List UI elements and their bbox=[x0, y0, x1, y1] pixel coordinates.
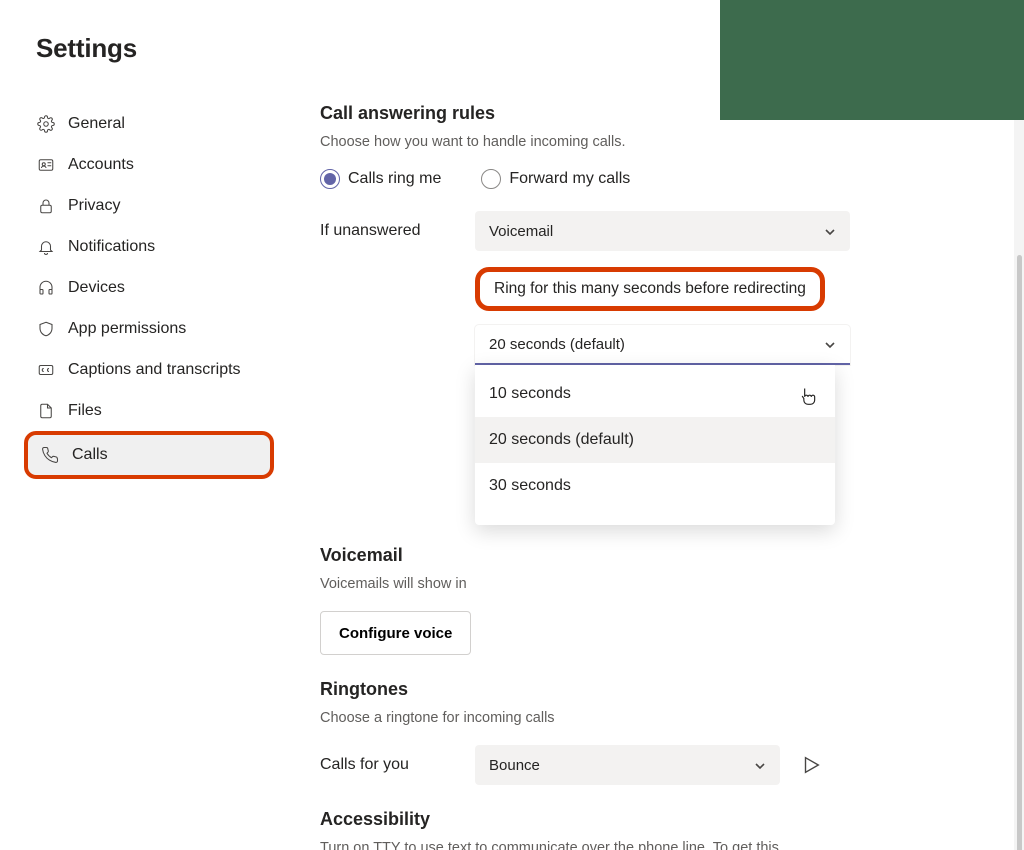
section-description: Choose how you want to handle incoming c… bbox=[320, 132, 850, 153]
sidebar-item-calls[interactable]: Calls bbox=[24, 431, 274, 479]
radio-calls-ring-me[interactable]: Calls ring me bbox=[320, 169, 441, 189]
chevron-down-icon bbox=[824, 338, 836, 350]
sidebar-item-captions[interactable]: Captions and transcripts bbox=[24, 349, 274, 390]
radio-forward-my-calls[interactable]: Forward my calls bbox=[481, 169, 630, 189]
file-icon bbox=[36, 401, 56, 421]
overlay-block bbox=[720, 0, 1024, 120]
if-unanswered-row: If unanswered Voicemail bbox=[320, 211, 850, 251]
sidebar-item-label: General bbox=[68, 115, 125, 133]
ring-duration-label-row: Ring for this many seconds before redire… bbox=[320, 267, 850, 311]
sidebar-item-label: App permissions bbox=[68, 320, 186, 338]
section-heading: Ringtones bbox=[320, 679, 850, 700]
sidebar-item-label: Privacy bbox=[68, 197, 120, 215]
play-ringtone-button[interactable] bbox=[800, 754, 822, 776]
ring-duration-label: Ring for this many seconds before redire… bbox=[494, 280, 806, 297]
radio-label: Forward my calls bbox=[509, 170, 630, 188]
select-value: Bounce bbox=[489, 757, 540, 774]
if-unanswered-label: If unanswered bbox=[320, 222, 475, 240]
sidebar-item-label: Notifications bbox=[68, 238, 155, 256]
gear-icon bbox=[36, 114, 56, 134]
call-handling-radio-group: Calls ring me Forward my calls bbox=[320, 169, 850, 189]
headset-icon bbox=[36, 278, 56, 298]
chevron-down-icon bbox=[824, 225, 836, 237]
radio-indicator-selected bbox=[320, 169, 340, 189]
sidebar-item-label: Accounts bbox=[68, 156, 134, 174]
shield-icon bbox=[36, 319, 56, 339]
call-answering-rules-section: Call answering rules Choose how you want… bbox=[320, 103, 850, 365]
settings-page: Settings General Accounts Privacy Notifi… bbox=[0, 0, 1024, 850]
configure-voicemail-button[interactable]: Configure voice bbox=[320, 611, 471, 655]
ring-duration-dropdown: 10 seconds 20 seconds (default) 30 secon… bbox=[475, 365, 835, 525]
dropdown-option-10-seconds[interactable]: 10 seconds bbox=[475, 371, 835, 417]
sidebar-item-devices[interactable]: Devices bbox=[24, 267, 274, 308]
sidebar-item-notifications[interactable]: Notifications bbox=[24, 226, 274, 267]
radio-label: Calls ring me bbox=[348, 170, 441, 188]
radio-indicator bbox=[481, 169, 501, 189]
ring-duration-select[interactable]: 20 seconds (default) bbox=[475, 325, 850, 365]
settings-main: Call answering rules Choose how you want… bbox=[320, 103, 850, 850]
sidebar-item-files[interactable]: Files bbox=[24, 390, 274, 431]
section-heading: Accessibility bbox=[320, 809, 850, 830]
ring-duration-select-row: 20 seconds (default) 10 seconds 20 secon… bbox=[320, 325, 850, 365]
ring-duration-label-highlighted: Ring for this many seconds before redire… bbox=[475, 267, 825, 311]
sidebar-item-label: Devices bbox=[68, 279, 125, 297]
lock-icon bbox=[36, 196, 56, 216]
accessibility-section: Accessibility Turn on TTY to use text to… bbox=[320, 809, 850, 850]
section-description: Voicemails will show in bbox=[320, 574, 850, 595]
calls-for-you-label: Calls for you bbox=[320, 756, 475, 774]
bell-icon bbox=[36, 237, 56, 257]
sidebar-item-accounts[interactable]: Accounts bbox=[24, 144, 274, 185]
select-value: Voicemail bbox=[489, 223, 553, 240]
scrollbar-track[interactable] bbox=[1014, 120, 1024, 850]
sidebar-item-label: Calls bbox=[72, 446, 108, 464]
chevron-down-icon bbox=[754, 759, 766, 771]
section-description: Choose a ringtone for incoming calls bbox=[320, 708, 850, 729]
calls-for-you-row: Calls for you Bounce bbox=[320, 745, 850, 785]
id-card-icon bbox=[36, 155, 56, 175]
cursor-pointer-icon bbox=[798, 386, 818, 410]
sidebar-item-app-permissions[interactable]: App permissions bbox=[24, 308, 274, 349]
page-title: Settings bbox=[36, 33, 137, 64]
calls-for-you-select[interactable]: Bounce bbox=[475, 745, 780, 785]
sidebar-item-label: Captions and transcripts bbox=[68, 361, 241, 379]
settings-sidebar: General Accounts Privacy Notifications D… bbox=[24, 103, 274, 479]
sidebar-item-label: Files bbox=[68, 402, 102, 420]
phone-icon bbox=[40, 445, 60, 465]
dropdown-option-30-seconds[interactable]: 30 seconds bbox=[475, 463, 835, 509]
voicemail-section: Voicemail Voicemails will show in Config… bbox=[320, 545, 850, 655]
section-heading: Voicemail bbox=[320, 545, 850, 566]
section-description: Turn on TTY to use text to communicate o… bbox=[320, 838, 820, 850]
sidebar-item-general[interactable]: General bbox=[24, 103, 274, 144]
select-value: 20 seconds (default) bbox=[489, 336, 625, 353]
cc-icon bbox=[36, 360, 56, 380]
if-unanswered-select[interactable]: Voicemail bbox=[475, 211, 850, 251]
ringtones-section: Ringtones Choose a ringtone for incoming… bbox=[320, 679, 850, 785]
sidebar-item-privacy[interactable]: Privacy bbox=[24, 185, 274, 226]
dropdown-option-20-seconds[interactable]: 20 seconds (default) bbox=[475, 417, 835, 463]
scrollbar-thumb[interactable] bbox=[1017, 255, 1022, 850]
